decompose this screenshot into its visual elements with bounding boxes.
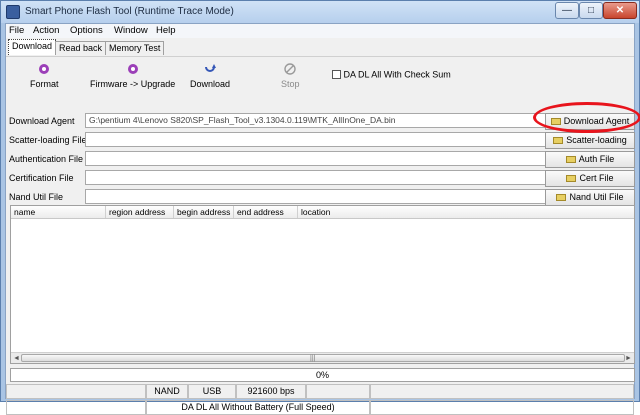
progress-text: 0% bbox=[315, 370, 329, 380]
format-button[interactable]: Format bbox=[30, 63, 59, 89]
cert-label: Certification File bbox=[9, 173, 74, 183]
status-cell-empty-2 bbox=[306, 384, 370, 399]
nand-util-label: Nand Util File bbox=[9, 192, 64, 202]
horizontal-scrollbar[interactable]: ◄ ||| ► bbox=[11, 352, 634, 363]
firmware-upgrade-button[interactable]: Firmware -> Upgrade bbox=[90, 63, 175, 89]
tab-read-back[interactable]: Read back bbox=[55, 41, 107, 55]
toolbar: Format Firmware -> Upgrade Download Stop… bbox=[6, 56, 634, 110]
folder-icon bbox=[565, 156, 576, 163]
nand-util-button[interactable]: Nand Util File bbox=[545, 189, 635, 206]
status-storage: NAND bbox=[146, 384, 188, 399]
auth-row: Authentication File Auth File bbox=[6, 150, 635, 169]
folder-icon bbox=[566, 175, 577, 182]
auth-file-button-label: Auth File bbox=[578, 154, 615, 164]
auth-file-button[interactable]: Auth File bbox=[545, 151, 635, 168]
folder-icon bbox=[553, 137, 564, 144]
auth-label: Authentication File bbox=[9, 154, 84, 164]
tab-bar: Download Read back Memory Test bbox=[6, 39, 634, 56]
col-region-address[interactable]: region address bbox=[106, 206, 174, 218]
col-begin-address[interactable]: begin address bbox=[174, 206, 234, 218]
status-bar-mode: DA DL All Without Battery (Full Speed) bbox=[6, 400, 634, 415]
client-area: File Action Options Window Help Download… bbox=[5, 23, 640, 415]
app-window: Smart Phone Flash Tool (Runtime Trace Mo… bbox=[0, 0, 640, 415]
stop-icon bbox=[284, 63, 296, 75]
tab-download[interactable]: Download bbox=[8, 39, 57, 55]
menu-window[interactable]: Window bbox=[114, 25, 148, 36]
status-port: USB bbox=[188, 384, 236, 399]
checkbox-box[interactable] bbox=[332, 70, 341, 80]
status2-cell-empty-1 bbox=[6, 400, 146, 415]
scatter-loading-button-label: Scatter-loading bbox=[566, 135, 627, 145]
scatter-label: Scatter-loading File bbox=[9, 135, 87, 145]
status2-cell-empty-2 bbox=[370, 400, 634, 415]
download-button[interactable]: Download bbox=[190, 63, 230, 89]
download-label: Download bbox=[190, 79, 231, 89]
firmware-upgrade-icon bbox=[127, 64, 138, 74]
col-name[interactable]: name bbox=[11, 206, 106, 218]
menu-file[interactable]: File bbox=[9, 25, 24, 36]
scatter-path[interactable] bbox=[85, 132, 547, 147]
checksum-checkbox[interactable]: DA DL All With Check Sum bbox=[332, 69, 451, 80]
app-icon bbox=[6, 5, 20, 19]
scroll-right-arrow[interactable]: ► bbox=[625, 355, 632, 362]
stop-button[interactable]: Stop bbox=[281, 63, 300, 89]
maximize-button[interactable]: □ bbox=[579, 2, 603, 19]
table-header: name region address begin address end ad… bbox=[11, 206, 634, 219]
minimize-button[interactable]: — bbox=[555, 2, 579, 19]
status-bar: NAND USB 921600 bps bbox=[6, 384, 634, 399]
format-label: Format bbox=[30, 79, 59, 89]
cert-file-button-label: Cert File bbox=[579, 173, 614, 183]
nand-util-path[interactable] bbox=[85, 189, 547, 204]
tab-memory-test[interactable]: Memory Test bbox=[105, 41, 165, 55]
auth-path[interactable] bbox=[85, 151, 547, 166]
title-bar[interactable]: Smart Phone Flash Tool (Runtime Trace Mo… bbox=[1, 1, 639, 23]
col-location[interactable]: location bbox=[298, 206, 634, 218]
highlight-oval bbox=[533, 102, 640, 133]
scroll-thumb[interactable]: ||| bbox=[21, 354, 625, 362]
close-button[interactable]: ✕ bbox=[603, 2, 637, 19]
window-title: Smart Phone Flash Tool (Runtime Trace Mo… bbox=[25, 6, 234, 17]
status-baud: 921600 bps bbox=[236, 384, 306, 399]
scatter-row: Scatter-loading File Scatter-loading bbox=[6, 131, 635, 150]
firmware-upgrade-label: Firmware -> Upgrade bbox=[90, 79, 176, 89]
stop-label: Stop bbox=[281, 79, 300, 89]
menu-action[interactable]: Action bbox=[33, 25, 59, 36]
status-mode: DA DL All Without Battery (Full Speed) bbox=[146, 400, 370, 415]
scroll-grip: ||| bbox=[310, 355, 316, 362]
format-icon bbox=[39, 64, 50, 74]
scroll-left-arrow[interactable]: ◄ bbox=[13, 355, 20, 362]
nand-util-button-label: Nand Util File bbox=[569, 192, 624, 202]
region-table[interactable]: name region address begin address end ad… bbox=[10, 205, 635, 364]
progress-bar: 0% bbox=[10, 368, 635, 382]
status-cell-empty-1 bbox=[6, 384, 146, 399]
scatter-loading-button[interactable]: Scatter-loading bbox=[545, 132, 635, 149]
download-agent-path[interactable]: G:\pentium 4\Lenovo S820\SP_Flash_Tool_v… bbox=[85, 113, 547, 128]
menu-options[interactable]: Options bbox=[70, 25, 103, 36]
folder-icon bbox=[556, 194, 567, 201]
checksum-label: DA DL All With Check Sum bbox=[343, 69, 451, 80]
col-end-address[interactable]: end address bbox=[234, 206, 298, 218]
menu-help[interactable]: Help bbox=[156, 25, 176, 36]
cert-row: Certification File Cert File bbox=[6, 169, 635, 188]
status-cell-empty-3 bbox=[370, 384, 634, 399]
download-agent-label: Download Agent bbox=[9, 116, 75, 126]
cert-file-button[interactable]: Cert File bbox=[545, 170, 635, 187]
cert-path[interactable] bbox=[85, 170, 547, 185]
download-icon bbox=[205, 64, 217, 72]
menu-bar: File Action Options Window Help bbox=[6, 24, 634, 38]
